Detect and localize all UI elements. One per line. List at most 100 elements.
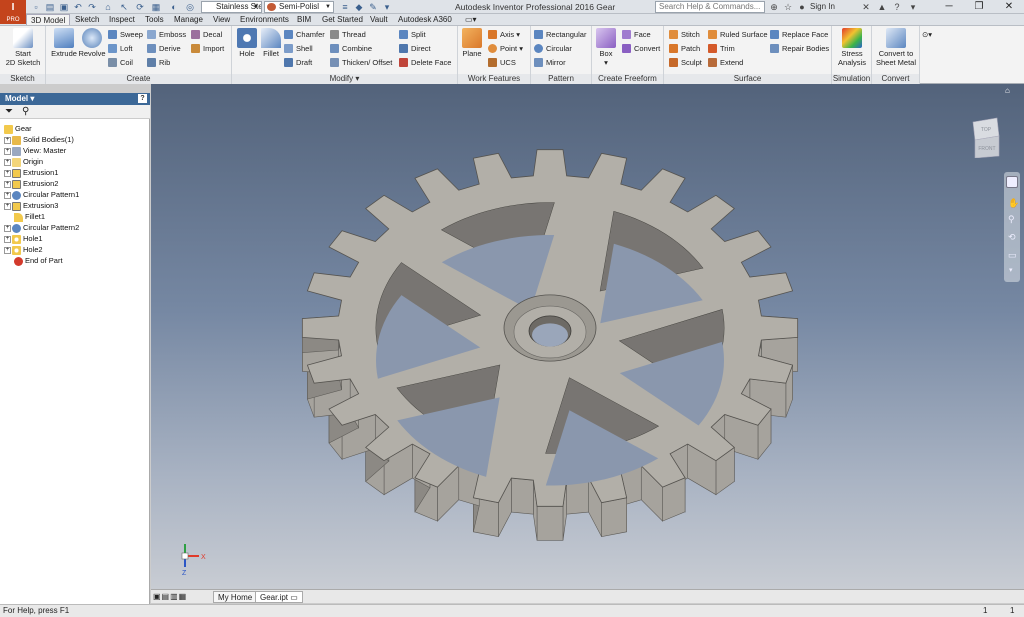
tab-tools[interactable]: Tools [145,14,164,25]
start-2d-sketch-button[interactable]: Start 2D Sketch [4,28,42,67]
tab-layout-icons[interactable]: ▣▤▥▦ [153,592,187,601]
open-icon[interactable]: ▤ [44,1,56,13]
rib-button[interactable]: Rib [147,56,170,69]
replace-face-button[interactable]: Replace Face [770,28,828,41]
hole-button[interactable]: Hole [235,28,259,58]
axis-button[interactable]: Axis ▾ [488,28,520,41]
find-icon[interactable]: ⚲ [22,106,29,118]
viewcube-home-icon[interactable]: ⌂ [1005,86,1010,95]
tree-node-circular-pattern1[interactable]: + Circular Pattern1 [4,189,79,200]
tab-my-home[interactable]: My Home [213,591,258,603]
rectangular-pattern-button[interactable]: Rectangular [534,28,586,41]
minimize-button[interactable]: ─ [932,0,966,14]
tree-node-end-of-part[interactable]: End of Part [14,255,63,266]
split-button[interactable]: Split [399,28,426,41]
expand-icon[interactable]: + [4,158,11,166]
import-button[interactable]: Import [191,42,224,55]
save-icon[interactable]: ▣ [58,1,70,13]
nav-options-icon[interactable]: ▾ [1009,266,1013,274]
face-button[interactable]: Face [622,28,651,41]
tab-get-started[interactable]: Get Started [322,14,363,25]
appearance-select[interactable]: Semi-Polisl ▼ [264,1,334,13]
emboss-button[interactable]: Emboss [147,28,186,41]
tab-bim[interactable]: BIM [297,14,311,25]
stitch-button[interactable]: Stitch [669,28,700,41]
tree-node-solid-bodies[interactable]: + Solid Bodies(1) [4,134,74,145]
tree-node-extrusion1[interactable]: + Extrusion1 [4,167,58,178]
thread-button[interactable]: Thread [330,28,366,41]
tab-environments[interactable]: Environments [240,14,289,25]
exchange-icon[interactable]: ✕ [860,1,872,13]
loft-button[interactable]: Loft [108,42,133,55]
stress-analysis-button[interactable]: Stress Analysis [834,28,870,67]
filter-icon[interactable]: ⏷ [5,106,13,118]
tab-manage[interactable]: Manage [174,14,203,25]
parameters-icon[interactable]: ≡ [339,1,351,13]
expand-icon[interactable]: + [4,136,11,144]
decal-button[interactable]: Decal [191,28,222,41]
help-dropdown-icon[interactable]: ▾ [907,1,919,13]
fillet-button[interactable]: Fillet [259,28,283,58]
sign-in-link[interactable]: Sign In [810,0,835,14]
expand-icon[interactable]: + [4,246,11,254]
delete-face-button[interactable]: Delete Face [399,56,451,69]
tree-node-hole1[interactable]: + Hole1 [4,233,43,244]
convert-to-sheet-metal-button[interactable]: Convert to Sheet Metal [874,28,918,67]
measure-icon[interactable]: ▦ [150,1,162,13]
extrude-button[interactable]: Extrude [50,28,78,58]
tab-autodesk-a360[interactable]: Autodesk A360 [398,14,452,25]
revolve-button[interactable]: Revolve [78,28,106,58]
undo-icon[interactable]: ↶ [72,1,84,13]
tree-node-gear[interactable]: Gear [4,123,32,134]
tree-node-extrusion3[interactable]: + Extrusion3 [4,200,58,211]
chamfer-button[interactable]: Chamfer [284,28,325,41]
expand-icon[interactable]: + [4,180,11,188]
expand-icon[interactable]: + [4,191,11,199]
ribbon-expand-icon[interactable]: ⊙▾ [922,28,932,41]
redo-icon[interactable]: ↷ [86,1,98,13]
combine-button[interactable]: Combine [330,42,372,55]
tab-sketch[interactable]: Sketch [75,14,99,25]
repair-bodies-button[interactable]: Repair Bodies [770,42,829,55]
ilogic-icon[interactable]: ◆ [353,1,365,13]
expand-icon[interactable]: + [4,202,11,210]
application-menu-button[interactable]: I PRO [0,0,26,24]
model-browser-header[interactable]: Model ▾? [0,93,150,105]
tab-gear-ipt[interactable]: Gear.ipt ▭ [255,591,303,603]
tab-view[interactable]: View [213,14,230,25]
tab-inspect[interactable]: Inspect [109,14,135,25]
adjust-icon[interactable]: ✎ [367,1,379,13]
home-icon[interactable]: ⌂ [102,1,114,13]
ucs-button[interactable]: UCS [488,56,516,69]
graphics-viewport[interactable]: TOP FRONT ⌂ ✋ ⚲ ⟲ ▭ ▾ X Y Z [151,84,1024,589]
sweep-button[interactable]: Sweep [108,28,143,41]
shell-button[interactable]: Shell [284,42,313,55]
close-button[interactable]: ✕ [992,0,1024,14]
draft-button[interactable]: Draft [284,56,312,69]
trim-button[interactable]: Trim [708,42,735,55]
customize-icon[interactable]: ▾ [381,1,393,13]
update-icon[interactable]: ⟳ [134,1,146,13]
account-icon[interactable]: ▲ [876,1,888,13]
help-search-input[interactable]: Search Help & Commands... [655,1,765,13]
pan-icon[interactable]: ✋ [1008,198,1019,209]
expand-icon[interactable]: + [4,235,11,243]
box-button[interactable]: Box ▾ [594,28,618,67]
mirror-button[interactable]: Mirror [534,56,566,69]
circular-pattern-button[interactable]: Circular [534,42,572,55]
extend-button[interactable]: Extend [708,56,743,69]
tree-node-hole2[interactable]: + Hole2 [4,244,43,255]
direct-button[interactable]: Direct [399,42,431,55]
help-icon[interactable]: ? [891,1,903,13]
browser-close-icon[interactable]: ? [138,94,147,103]
select-icon[interactable]: ↖ [118,1,130,13]
tree-node-origin[interactable]: + Origin [4,156,43,167]
zoom-icon[interactable]: ⚲ [1008,214,1015,225]
expand-icon[interactable]: + [4,224,11,232]
tree-node-extrusion2[interactable]: + Extrusion2 [4,178,58,189]
plane-button[interactable]: Plane [460,28,484,58]
restore-button[interactable]: ❐ [962,0,996,14]
expand-icon[interactable]: + [4,147,11,155]
tree-node-view[interactable]: + View: Master [4,145,66,156]
material-select[interactable]: Stainless Steel▼ [201,1,262,13]
